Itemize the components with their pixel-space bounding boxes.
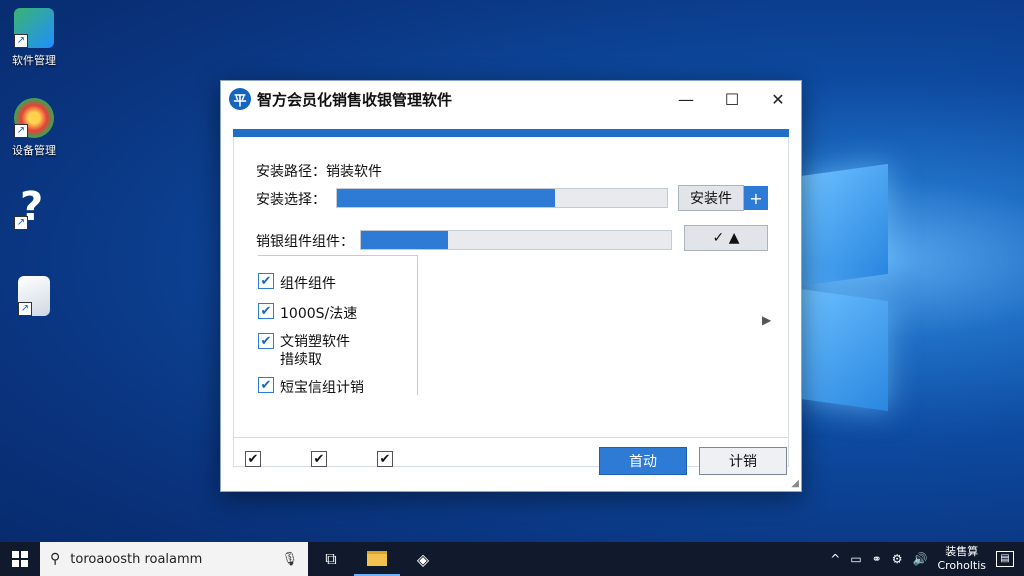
- network-icon[interactable]: ▭: [850, 552, 861, 566]
- desktop-icon-software-manager[interactable]: ↗ 软件管理: [6, 8, 62, 68]
- option-checkbox-2[interactable]: ✔ 1000S/法速: [258, 303, 357, 323]
- file-explorer-icon[interactable]: [354, 542, 400, 576]
- secondary-button[interactable]: 计销: [699, 447, 787, 475]
- component-progress: [360, 230, 672, 250]
- install-path-label: 安装路径：: [256, 164, 326, 180]
- option-label: 1000S/法速: [280, 306, 358, 322]
- separator: [234, 437, 788, 438]
- system-tray: ^ ▭ ⚭ ⚙ 🔊 装售算 Croholtis ▤: [830, 545, 1024, 573]
- option-label: 短宝信组计销: [280, 380, 364, 396]
- volume-icon[interactable]: 🔊: [912, 552, 927, 566]
- search-text: toroaoosth roalamm: [70, 551, 203, 567]
- search-icon: ⚲: [50, 551, 61, 567]
- start-button[interactable]: [0, 542, 40, 576]
- checkbox-check-icon[interactable]: ✔: [258, 377, 274, 393]
- option-label: 组件组件: [280, 276, 336, 292]
- wallpaper-pane-top: [800, 163, 888, 287]
- desktop-icon-document[interactable]: ↗: [6, 276, 62, 320]
- component-action-button[interactable]: ✓ ▲: [684, 225, 768, 251]
- microphone-icon[interactable]: 🎙: [281, 552, 298, 567]
- option-checkbox-1[interactable]: ✔ 组件组件: [258, 273, 336, 293]
- footer-checkbox-2[interactable]: ✔: [311, 451, 327, 467]
- component-progress-fill: [361, 231, 448, 249]
- app-taskbar-icon[interactable]: ◈: [400, 542, 446, 576]
- browser-shortcut-icon: ↗: [14, 98, 54, 138]
- close-button[interactable]: ✕: [755, 81, 801, 117]
- install-progress-fill: [337, 189, 555, 207]
- windows-start-icon: [12, 551, 28, 567]
- accent-bar: [233, 129, 789, 137]
- desktop-icon-label: 软件管理: [12, 54, 56, 67]
- option-label: 文销塑软件 措续取: [280, 334, 350, 368]
- title-bar[interactable]: 平 智方会员化销售收银管理软件 — ☐ ✕: [221, 81, 801, 117]
- window-title: 智方会员化销售收银管理软件: [257, 90, 453, 109]
- add-icon[interactable]: +: [744, 186, 768, 210]
- document-shortcut-icon: ↗: [18, 276, 50, 316]
- option-checkbox-4[interactable]: ✔ 短宝信组计销: [258, 377, 364, 397]
- install-option-progress: [336, 188, 668, 208]
- tray-chevron-icon[interactable]: ^: [830, 552, 840, 566]
- clock[interactable]: 装售算 Croholtis: [937, 545, 986, 573]
- install-path-value: 销装软件: [326, 164, 382, 180]
- app-logo-icon: 平: [229, 88, 251, 110]
- install-path-row: 安装路径： 销装软件: [256, 161, 382, 181]
- maximize-button[interactable]: ☐: [709, 81, 755, 117]
- link-icon[interactable]: ⚭: [872, 552, 882, 566]
- footer-checkboxes: ✔ ✔ ✔: [245, 451, 399, 467]
- taskbar: ⚲ toroaoosth roalamm 🎙 ⧉ ◈ ^ ▭ ⚭ ⚙ 🔊 装售算…: [0, 542, 1024, 576]
- minimize-button[interactable]: —: [663, 81, 709, 117]
- option-checkbox-3[interactable]: ✔ 文销塑软件 措续取: [258, 333, 350, 369]
- desktop-icon-device-manager[interactable]: ↗ 设备管理: [6, 98, 62, 158]
- install-option-label: 安装选择：: [256, 192, 326, 208]
- checkbox-check-icon[interactable]: ✔: [258, 333, 274, 349]
- install-button[interactable]: 安装件: [678, 185, 744, 211]
- checkbox-check-icon[interactable]: ✔: [258, 273, 274, 289]
- clock-line-1: 装售算: [945, 545, 979, 558]
- help-shortcut-icon: ↗: [14, 184, 54, 230]
- footer-checkbox-3[interactable]: ✔: [377, 451, 393, 467]
- desktop-icon-help[interactable]: ↗: [6, 184, 62, 234]
- task-view-icon[interactable]: ⧉: [308, 542, 354, 576]
- windows-logo-wallpaper: [800, 150, 900, 420]
- taskbar-search-box[interactable]: ⚲ toroaoosth roalamm 🎙: [40, 542, 308, 576]
- settings-icon[interactable]: ⚙: [892, 552, 903, 566]
- clock-line-2: Croholtis: [937, 559, 986, 572]
- resize-grip-icon[interactable]: ◢: [791, 478, 799, 489]
- dialog-content: 安装路径： 销装软件 安装选择： 安装件 + 销银组件组件： ✓ ▲ ✔ 组件组…: [233, 137, 789, 467]
- component-label: 销银组件组件：: [256, 234, 354, 250]
- desktop-icon-label: 设备管理: [12, 144, 56, 157]
- start-button[interactable]: 首动: [599, 447, 687, 475]
- installer-dialog: 平 智方会员化销售收银管理软件 — ☐ ✕ 安装路径： 销装软件 安装选择： 安…: [220, 80, 802, 492]
- checkbox-check-icon[interactable]: ✔: [258, 303, 274, 319]
- expand-arrow-icon[interactable]: ▶: [762, 313, 771, 327]
- footer-checkbox-1[interactable]: ✔: [245, 451, 261, 467]
- notification-icon[interactable]: ▤: [996, 551, 1014, 567]
- wallpaper-pane-bottom: [800, 288, 888, 412]
- app-shortcut-icon: ↗: [14, 8, 54, 48]
